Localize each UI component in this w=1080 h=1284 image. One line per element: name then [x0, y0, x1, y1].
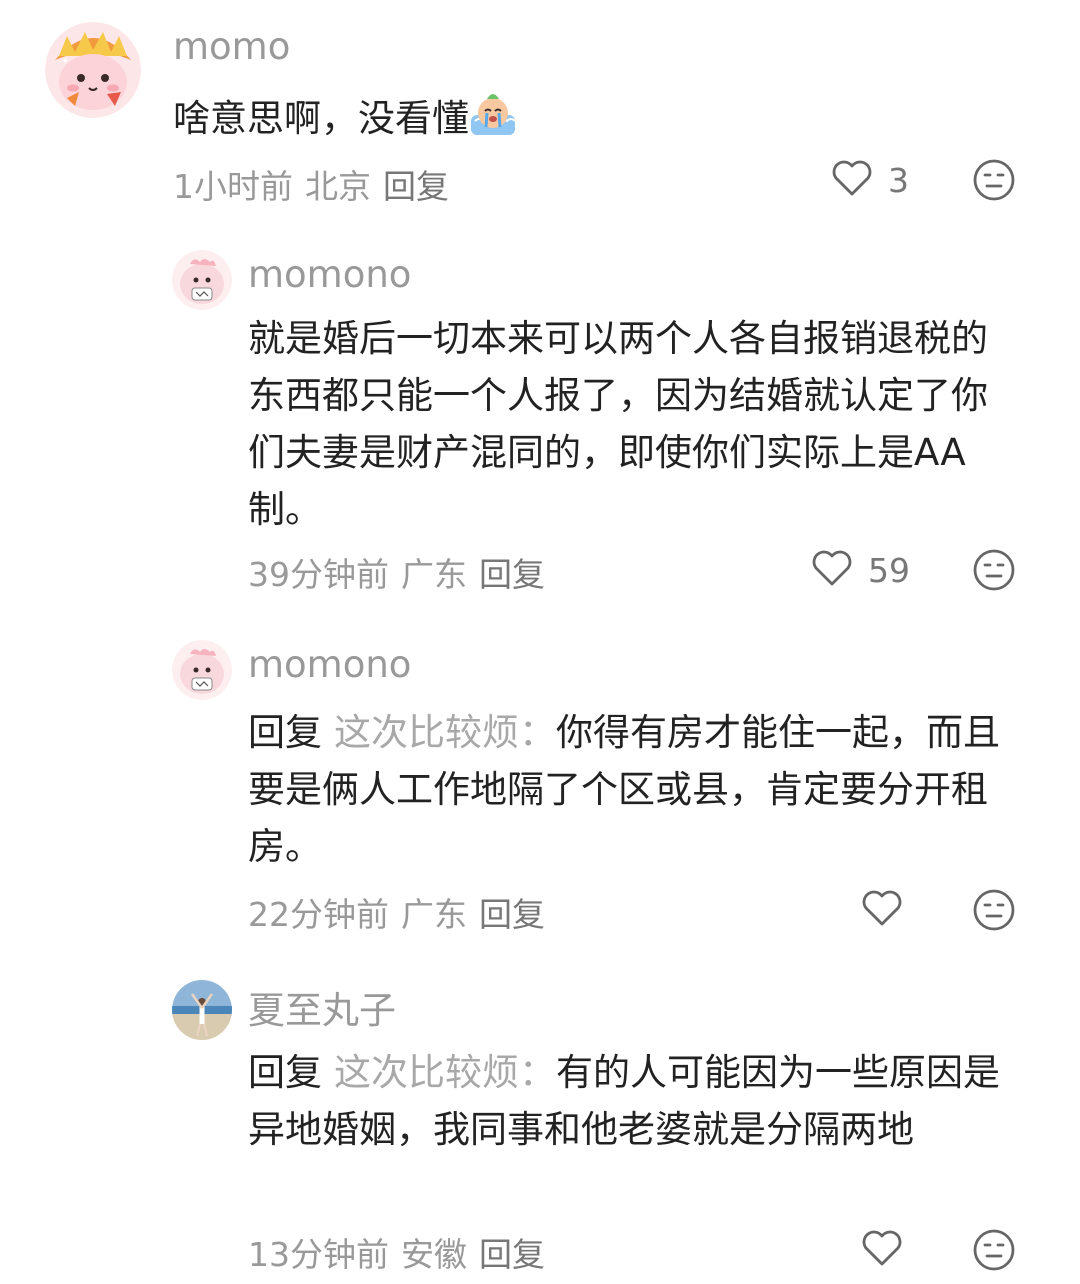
reply-item: 夏至丸子 回复 这次比较烦：有的人可能因为一些原因是异地婚姻，我同事和他老婆就是分… [0, 970, 1080, 1284]
comment-meta: 22分钟前 广东 回复 [248, 888, 557, 936]
timestamp: 1小时前 [173, 167, 293, 206]
location: 广东 [401, 555, 467, 594]
username[interactable]: momo [173, 25, 290, 68]
crying-bun-emoji-icon [469, 91, 517, 137]
heart-outline-icon [860, 1228, 904, 1272]
reply-item: momono 就是婚后一切本来可以两个人各自报销退税的东西都只能一个人报了，因为… [0, 240, 1080, 620]
reply-item: momono 回复 这次比较烦：你得有房才能住一起，而且要是俩人工作地隔了个区或县… [0, 630, 1080, 960]
location: 广东 [401, 895, 467, 934]
dislike-button[interactable] [972, 1228, 1016, 1276]
timestamp: 22分钟前 [248, 895, 389, 934]
reply-colon: ： [519, 1051, 556, 1094]
reply-button[interactable]: 回复 [479, 895, 545, 934]
comment-text-content: 啥意思啊，没看懂 [173, 97, 469, 140]
comment-meta: 1小时前 北京 回复 [173, 160, 461, 208]
comment-text: 就是婚后一切本来可以两个人各自报销退税的东西都只能一个人报了，因为结婚就认定了你… [248, 317, 988, 531]
timestamp: 39分钟前 [248, 555, 389, 594]
meh-face-icon [972, 159, 1016, 206]
username[interactable]: momono [248, 643, 411, 686]
location: 安徽 [401, 1235, 467, 1274]
dislike-button[interactable] [972, 888, 1016, 936]
like-button[interactable] [860, 1228, 918, 1272]
timestamp: 13分钟前 [248, 1235, 389, 1274]
avatar[interactable] [172, 640, 232, 700]
username[interactable]: 夏至丸子 [248, 980, 396, 1034]
like-button[interactable] [860, 888, 918, 932]
meh-face-icon [972, 1229, 1016, 1276]
reply-target-user[interactable]: 这次比较烦 [334, 1051, 519, 1094]
dislike-button[interactable] [972, 158, 1016, 206]
reply-prefix: 回复 [248, 711, 322, 754]
reply-colon: ： [519, 711, 556, 754]
like-count: 59 [868, 550, 910, 590]
heart-outline-icon [860, 888, 904, 932]
avatar[interactable]: ✦ [45, 22, 141, 118]
reply-button[interactable]: 回复 [479, 1235, 545, 1274]
comment-meta: 13分钟前 安徽 回复 [248, 1228, 557, 1276]
avatar[interactable] [172, 250, 232, 310]
meh-face-icon [972, 889, 1016, 936]
meh-face-icon [972, 549, 1016, 596]
like-button[interactable]: 59 [810, 548, 910, 592]
reply-button[interactable]: 回复 [479, 555, 545, 594]
like-count: 3 [888, 160, 909, 200]
reply-target-user[interactable]: 这次比较烦 [334, 711, 519, 754]
username[interactable]: momono [248, 253, 411, 296]
heart-outline-icon [810, 548, 854, 592]
comment-text: 回复 这次比较烦：有的人可能因为一些原因是异地婚姻，我同事和他老婆就是分隔两地 [248, 1044, 1033, 1158]
svg-text:✦: ✦ [61, 56, 69, 67]
reply-button[interactable]: 回复 [383, 167, 449, 206]
comment-item: ✦ momo 啥意思啊，没看懂 1小时前 北京 回复 3 [0, 0, 1080, 230]
heart-outline-icon [830, 158, 874, 202]
avatar[interactable] [172, 980, 232, 1040]
like-button[interactable]: 3 [830, 158, 909, 202]
location: 北京 [305, 167, 371, 206]
comment-meta: 39分钟前 广东 回复 [248, 548, 557, 596]
reply-prefix: 回复 [248, 1051, 322, 1094]
comment-text: 啥意思啊，没看懂 [173, 90, 1033, 147]
dislike-button[interactable] [972, 548, 1016, 596]
comment-text: 回复 这次比较烦：你得有房才能住一起，而且要是俩人工作地隔了个区或县，肯定要分开租… [248, 704, 1013, 875]
